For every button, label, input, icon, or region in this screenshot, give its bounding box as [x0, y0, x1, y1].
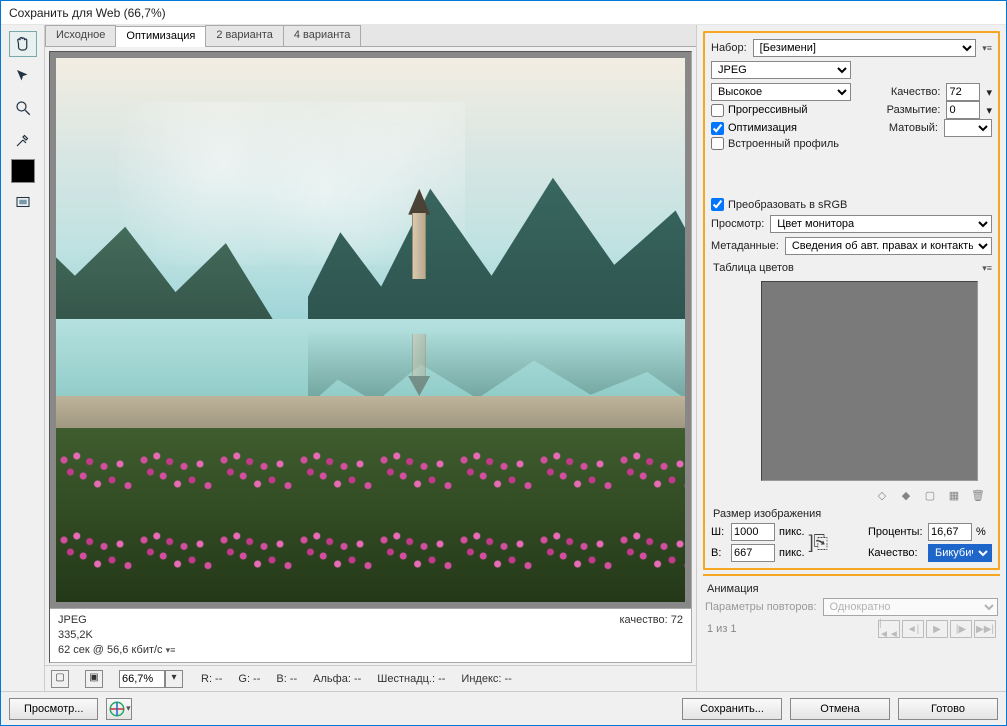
prev-frame-button: ◄|: [902, 620, 924, 638]
embedded-profile-label: Встроенный профиль: [728, 138, 839, 150]
convert-srgb-label: Преобразовать в sRGB: [728, 199, 847, 211]
matte-select[interactable]: [944, 119, 992, 137]
status-bar: ▢ ▣ ▾ R: -- G: -- B: -- Альфа: -- Шестна…: [45, 665, 696, 691]
tab-2up[interactable]: 2 варианта: [205, 25, 284, 46]
preview-quality: качество: 72: [619, 613, 683, 628]
percent-unit: %: [976, 526, 992, 538]
zoom-field[interactable]: [119, 670, 165, 688]
quality-preset-select[interactable]: Высокое: [711, 83, 851, 101]
slice-select-tool[interactable]: [9, 63, 37, 89]
width-unit: пикс.: [779, 526, 805, 538]
color-table-label: Таблица цветов: [713, 262, 794, 274]
preview-label: Просмотр:: [711, 218, 764, 230]
status-b: B: --: [276, 673, 297, 685]
tab-optimized[interactable]: Оптимизация: [115, 26, 206, 47]
color-lock-icon[interactable]: ◇: [874, 487, 890, 503]
percent-input[interactable]: [928, 523, 972, 541]
loop-label: Параметры повторов:: [705, 601, 817, 613]
quality-input[interactable]: [946, 83, 980, 101]
play-button: ▶: [926, 620, 948, 638]
zoom-out-icon[interactable]: ▢: [51, 670, 69, 688]
loop-select: Однократно: [823, 598, 998, 616]
last-frame-button: ▶▶|: [974, 620, 996, 638]
embedded-profile-checkbox[interactable]: [711, 137, 724, 150]
animation-label: Анимация: [707, 583, 998, 595]
tab-original[interactable]: Исходное: [45, 25, 116, 46]
next-frame-button: |▶: [950, 620, 972, 638]
resize-quality-select[interactable]: Бикубическая: [928, 544, 992, 562]
title-bar: Сохранить для Web (66,7%): [1, 1, 1006, 25]
color-new-icon[interactable]: ▦: [946, 487, 962, 503]
quality-dropdown-icon[interactable]: ▾: [986, 86, 992, 99]
blur-input[interactable]: [946, 101, 980, 119]
matte-label: Матовый:: [889, 122, 938, 134]
animation-section: Анимация Параметры повторов: Однократно …: [703, 574, 1000, 640]
width-label: Ш:: [711, 526, 727, 538]
height-input[interactable]: [731, 544, 775, 562]
dialog-footer: Просмотр... ▾ Сохранить... Отмена Готово: [1, 691, 1006, 725]
status-index: Индекс: --: [461, 673, 511, 685]
resize-quality-label: Качество:: [868, 547, 924, 559]
preview-image: [56, 58, 685, 602]
tab-4up[interactable]: 4 варианта: [283, 25, 362, 46]
progressive-label: Прогрессивный: [728, 104, 808, 116]
height-label: В:: [711, 547, 727, 559]
cancel-button[interactable]: Отмена: [790, 698, 890, 720]
metadata-select[interactable]: Сведения об авт. правах и контакты: [785, 237, 992, 255]
optimize-group: Набор: [Безимени] ▾≡ JPEG Высокое Качест…: [703, 31, 1000, 570]
image-size-label: Размер изображения: [713, 508, 992, 520]
preview-time: 62 сек @ 56,6 кбит/с: [58, 644, 163, 656]
first-frame-button: |◄◄: [878, 620, 900, 638]
height-unit: пикс.: [779, 547, 805, 559]
color-trash-icon[interactable]: 🗑: [970, 487, 986, 503]
save-button[interactable]: Сохранить...: [682, 698, 782, 720]
preview-select[interactable]: Цвет монитора: [770, 215, 992, 233]
preview-tabs: Исходное Оптимизация 2 варианта 4 вариан…: [45, 25, 696, 47]
optimize-checkbox[interactable]: [711, 122, 724, 135]
status-hex: Шестнадц.: --: [377, 673, 445, 685]
width-input[interactable]: [731, 523, 775, 541]
link-dimensions-icon[interactable]: ]⎘: [809, 532, 864, 553]
convert-srgb-checkbox[interactable]: [711, 198, 724, 211]
progressive-checkbox[interactable]: [711, 104, 724, 117]
preset-menu-icon[interactable]: ▾≡: [982, 43, 992, 54]
frame-indicator: 1 из 1: [707, 623, 737, 635]
zoom-tool[interactable]: [9, 95, 37, 121]
status-g: G: --: [238, 673, 260, 685]
blur-label: Размытие:: [887, 104, 941, 116]
metadata-label: Метаданные:: [711, 240, 779, 252]
zoom-dropdown-icon[interactable]: ▾: [165, 670, 183, 688]
blur-dropdown-icon[interactable]: ▾: [986, 104, 992, 117]
color-map-icon[interactable]: ▢: [922, 487, 938, 503]
hand-tool[interactable]: [9, 31, 37, 57]
quality-label: Качество:: [891, 86, 941, 98]
left-toolbar: [1, 25, 45, 691]
status-r: R: --: [201, 673, 222, 685]
format-select[interactable]: JPEG: [711, 61, 851, 79]
zoom-in-icon[interactable]: ▣: [85, 670, 103, 688]
status-alpha: Альфа: --: [313, 673, 361, 685]
preview-footer: JPEG качество: 72 335,2K 62 сек @ 56,6 к…: [50, 608, 691, 662]
browser-select-button[interactable]: ▾: [106, 698, 132, 720]
preview-time-menu-icon[interactable]: ▾≡: [166, 645, 176, 655]
eyedropper-color-swatch[interactable]: [11, 159, 35, 183]
color-table-menu-icon[interactable]: ▾≡: [982, 263, 992, 274]
preset-select[interactable]: [Безимени]: [753, 39, 977, 57]
settings-panel: Набор: [Безимени] ▾≡ JPEG Высокое Качест…: [696, 25, 1006, 691]
preview-size: 335,2K: [58, 628, 683, 643]
preview-format: JPEG: [58, 613, 87, 628]
color-table-area: [761, 281, 978, 481]
preview-canvas[interactable]: JPEG качество: 72 335,2K 62 сек @ 56,6 к…: [49, 51, 692, 663]
browser-preview-button[interactable]: Просмотр...: [9, 698, 98, 720]
done-button[interactable]: Готово: [898, 698, 998, 720]
percent-label: Проценты:: [868, 526, 924, 538]
toggle-slice-visibility[interactable]: [9, 189, 37, 215]
eyedropper-tool[interactable]: [9, 127, 37, 153]
image-size-grid: Ш: пикс. ]⎘ Проценты: % В: пикс. Качеств…: [711, 523, 992, 562]
window-title: Сохранить для Web (66,7%): [9, 6, 166, 20]
color-shift-icon[interactable]: ◆: [898, 487, 914, 503]
preset-label: Набор:: [711, 42, 747, 54]
optimize-label: Оптимизация: [728, 122, 797, 134]
